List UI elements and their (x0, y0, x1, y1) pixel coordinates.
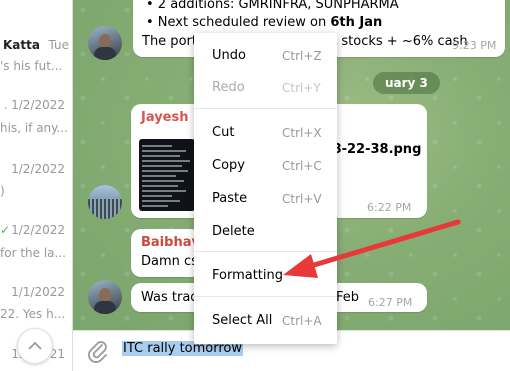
chat-list-item[interactable]: . 1/2/2022 (0, 98, 72, 120)
message-time: 9:23 PM (452, 39, 497, 52)
menu-item-delete[interactable]: Delete (194, 222, 337, 244)
menu-item-shortcut: Ctrl+X (282, 126, 322, 140)
menu-item-copy[interactable]: Copy Ctrl+C (194, 156, 337, 178)
message-bold-text: 6th Jan (330, 15, 383, 30)
message-time: 6:27 PM (368, 296, 413, 309)
chat-list-item[interactable]: Katta Tue (0, 38, 72, 60)
message-text: • Next scheduled review on (146, 15, 331, 30)
paperclip-icon[interactable] (87, 339, 109, 363)
chat-name: Katta (3, 38, 40, 52)
chat-snippet-row[interactable]: ) (0, 184, 72, 206)
menu-item-label: Cut (212, 125, 235, 140)
chat-snippet: ) (0, 184, 5, 198)
avatar[interactable] (88, 280, 122, 314)
menu-item-label: Formatting (212, 268, 284, 283)
menu-item-paste[interactable]: Paste Ctrl+V (194, 189, 337, 211)
message-bubble[interactable]: Baibhav Damn csl (131, 229, 202, 277)
read-check-icon: ✓ (0, 223, 11, 237)
menu-item-label: Select All (212, 313, 273, 328)
chat-date: 1/2/2022 (11, 162, 65, 176)
chat-date: Tue (48, 38, 70, 52)
avatar[interactable] (88, 26, 122, 60)
chat-snippet: 22. Yes h... (0, 307, 66, 321)
chevron-up-icon (28, 341, 42, 350)
chat-date: 1/1/2022 (11, 285, 65, 299)
menu-item-label: Redo (212, 80, 245, 95)
menu-item-select-all[interactable]: Select All Ctrl+A (194, 311, 337, 333)
chat-snippet-row[interactable]: for the la... (0, 246, 72, 268)
sender-name[interactable]: Baibhav (141, 235, 200, 250)
menu-item-shortcut: Ctrl+A (282, 314, 322, 328)
context-menu: Undo Ctrl+Z Redo Ctrl+Y Cut Ctrl+X Copy … (194, 33, 337, 344)
menu-item-label: Undo (212, 48, 246, 63)
menu-separator (194, 108, 337, 109)
menu-item-formatting[interactable]: Formatting (194, 266, 337, 288)
menu-item-shortcut: Ctrl+Z (282, 49, 322, 63)
menu-separator (194, 251, 337, 252)
menu-item-shortcut: Ctrl+V (282, 192, 322, 206)
message-text: Was trad (141, 290, 199, 305)
date-separator: uary 3 (373, 72, 440, 94)
menu-item-label: Copy (212, 158, 245, 173)
chat-snippet-row[interactable]: 's his fut... (0, 59, 72, 81)
menu-item-undo[interactable]: Undo Ctrl+Z (194, 46, 337, 68)
message-line: • 2 additions: GMRINFRA, SUNPHARMA (146, 0, 399, 12)
chat-date: 1/2/2022 (11, 98, 65, 112)
chat-snippet-row[interactable]: his, if any... (0, 121, 72, 143)
menu-item-cut[interactable]: Cut Ctrl+X (194, 123, 337, 145)
menu-item-shortcut: Ctrl+Y (282, 81, 321, 95)
menu-item-shortcut: Ctrl+C (282, 159, 322, 173)
menu-separator (194, 296, 337, 297)
chat-snippet: his, if any... (0, 121, 68, 135)
message-line: The portf (142, 34, 202, 49)
chat-snippet-row[interactable]: 22. Yes h... (0, 307, 72, 329)
menu-item-redo[interactable]: Redo Ctrl+Y (194, 78, 337, 100)
message-text: Feb (336, 290, 360, 305)
chat-snippet: for the la... (0, 246, 66, 260)
message-line: 9 stocks + ~6% cash (329, 34, 468, 49)
chat-date: 1/2/2022 (11, 223, 65, 237)
message-time: 6:22 PM (367, 201, 412, 214)
chat-list-item[interactable]: 1/1/2022 (0, 285, 72, 307)
scroll-up-button[interactable] (17, 328, 53, 364)
image-thumbnail[interactable] (139, 139, 195, 211)
chat-dot: . (4, 98, 8, 112)
message-text: Damn csl (141, 254, 202, 269)
chat-list-item[interactable]: 1/2/2022 (0, 162, 72, 184)
chat-snippet: 's his fut... (0, 59, 63, 73)
message-line: • Next scheduled review on 6th Jan (146, 15, 382, 30)
menu-item-label: Delete (212, 224, 255, 239)
chat-list-item[interactable]: ✓ 1/2/2022 (0, 223, 72, 245)
chat-list-sidebar: Katta Tue 's his fut... . 1/2/2022 his, … (0, 0, 73, 371)
avatar[interactable] (88, 185, 122, 219)
menu-item-label: Paste (212, 191, 248, 206)
